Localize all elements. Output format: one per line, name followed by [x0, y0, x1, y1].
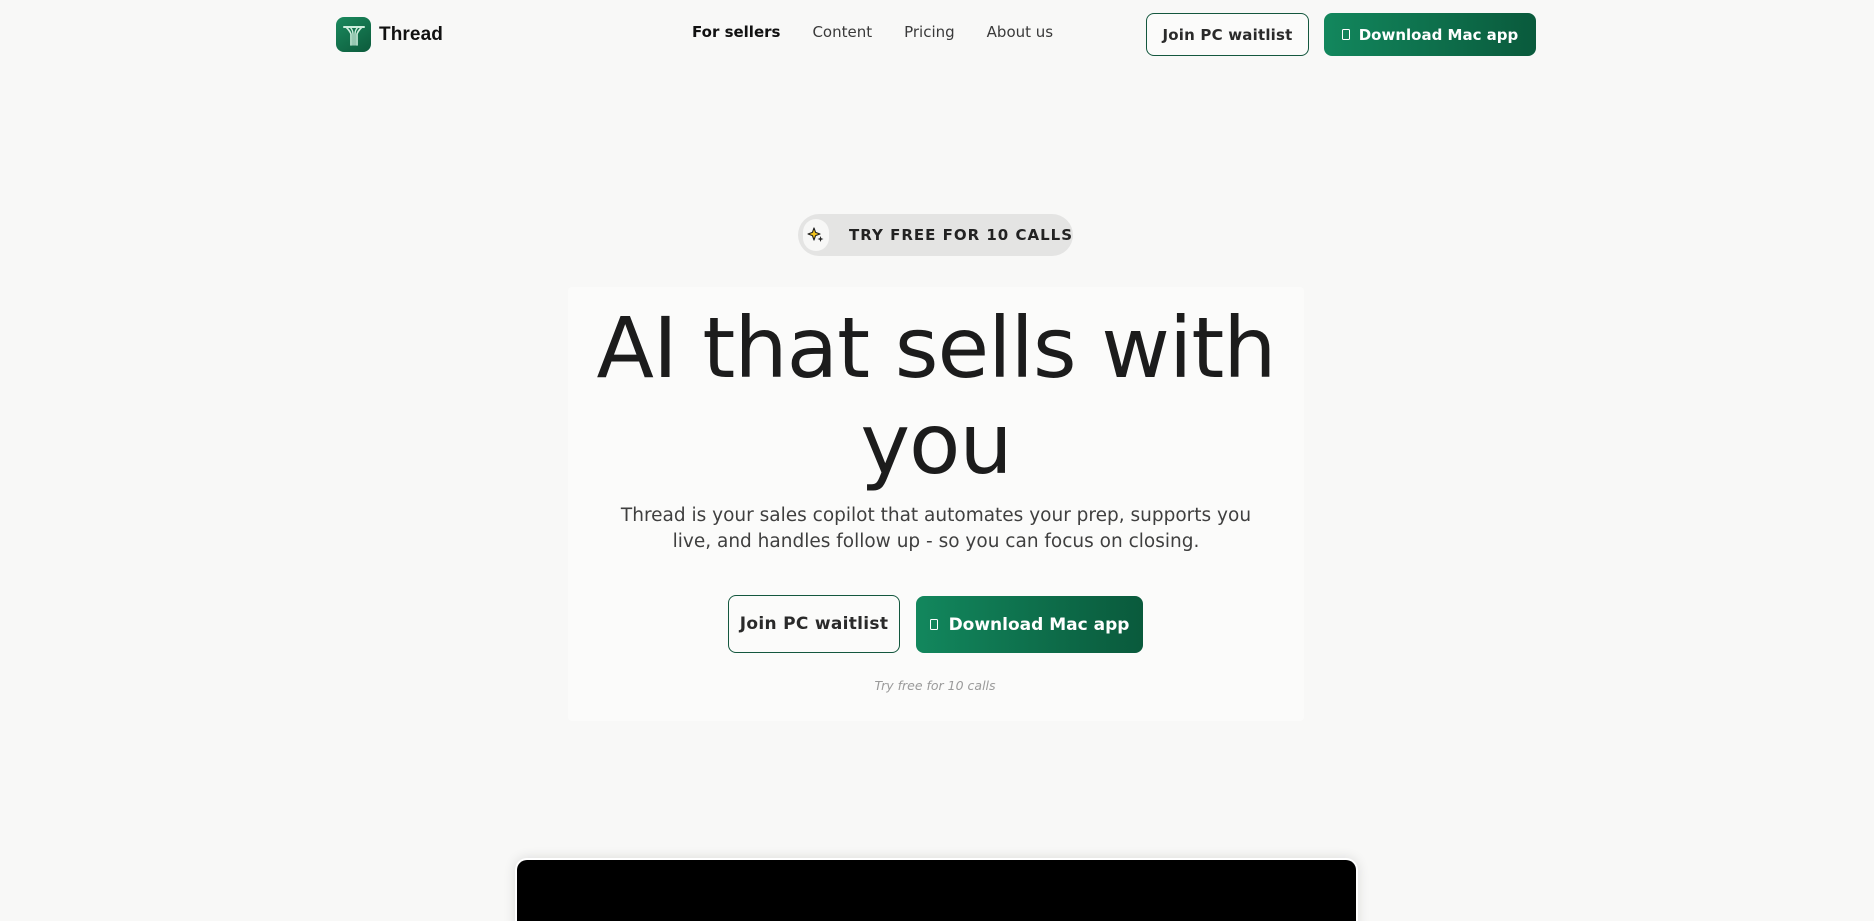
apple-icon — [1341, 29, 1350, 40]
hero-join-pc-waitlist-button[interactable]: Join PC waitlist — [728, 595, 900, 653]
nav-item-for-sellers[interactable]: For sellers — [692, 23, 780, 41]
logo-link[interactable]: Thread — [336, 17, 443, 52]
header-waitlist-label: Join PC waitlist — [1162, 25, 1293, 44]
site-header: Thread For sellers Content Pricing About… — [0, 0, 1874, 68]
apple-icon — [929, 619, 938, 630]
sparkle-icon — [803, 219, 830, 251]
main-nav: For sellers Content Pricing About us — [692, 23, 1053, 41]
hero-title: AI that sells with you — [596, 299, 1276, 493]
hero-download-mac-app-button[interactable]: Download Mac app — [916, 596, 1143, 653]
free-trial-note: Try free for 10 calls — [874, 678, 996, 693]
header-download-mac-app-button[interactable]: Download Mac app — [1324, 13, 1536, 56]
nav-item-content[interactable]: Content — [812, 23, 872, 41]
hero-subtitle: Thread is your sales copilot that automa… — [620, 505, 1252, 552]
brand-name: Thread — [379, 23, 443, 45]
header-join-pc-waitlist-button[interactable]: Join PC waitlist — [1146, 13, 1309, 56]
header-download-label: Download Mac app — [1358, 25, 1519, 44]
product-video-frame — [515, 858, 1358, 921]
hero-download-label: Download Mac app — [948, 614, 1130, 635]
badge-text: TRY FREE FOR 10 CALLS — [849, 226, 1073, 244]
hero-waitlist-label: Join PC waitlist — [739, 614, 889, 634]
product-video[interactable] — [517, 860, 1356, 921]
thread-logo-icon — [336, 17, 371, 52]
landing-page: Thread For sellers Content Pricing About… — [0, 0, 1874, 921]
free-trial-badge[interactable]: TRY FREE FOR 10 CALLS — [798, 214, 1073, 256]
nav-item-about-us[interactable]: About us — [987, 23, 1053, 41]
nav-item-pricing[interactable]: Pricing — [904, 23, 955, 41]
